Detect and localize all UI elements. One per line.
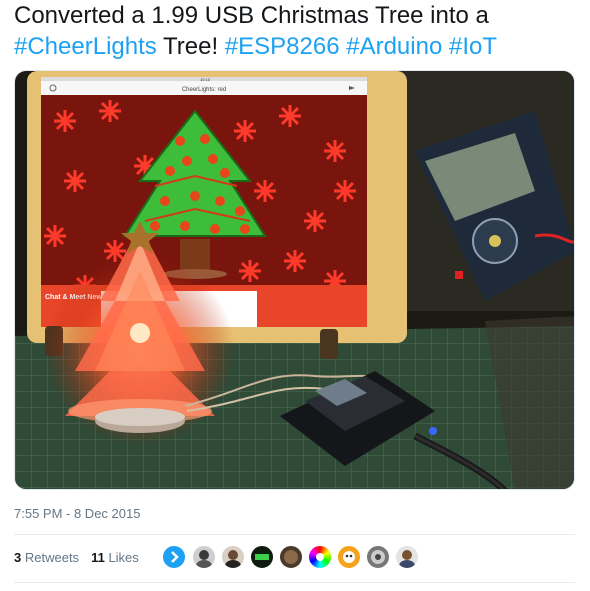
divider xyxy=(14,582,575,583)
avatar[interactable] xyxy=(279,545,303,569)
divider xyxy=(14,534,575,535)
tweet-photo[interactable]: 10:10 CheerLights: red xyxy=(14,70,575,490)
likes-link[interactable]: 11 Likes xyxy=(91,550,139,565)
tweet-text-part: Converted a 1.99 USB Christmas Tree into… xyxy=(14,2,489,29)
tweet-text: Converted a 1.99 USB Christmas Tree into… xyxy=(14,0,584,62)
avatar[interactable] xyxy=(162,545,186,569)
hashtag-esp8266-link[interactable]: #ESP8266 xyxy=(225,33,340,60)
hashtag-cheerlights-link[interactable]: #CheerLights xyxy=(14,33,157,60)
likes-label: Likes xyxy=(108,550,139,565)
avatar[interactable] xyxy=(308,545,332,569)
avatar[interactable] xyxy=(221,545,245,569)
retweets-link[interactable]: 3 Retweets xyxy=(14,550,79,565)
hashtag-arduino-link[interactable]: #Arduino xyxy=(346,33,442,60)
tweet-timestamp[interactable]: 7:55 PM - 8 Dec 2015 xyxy=(14,506,140,521)
avatar[interactable] xyxy=(395,545,419,569)
avatar[interactable] xyxy=(337,545,361,569)
engagement-stats: 3 Retweets 11 Likes xyxy=(14,550,139,565)
avatar[interactable] xyxy=(192,545,216,569)
tablet-header-title: CheerLights: red xyxy=(182,87,226,93)
tweet-text-part: Tree! xyxy=(156,33,225,60)
likes-count: 11 xyxy=(91,550,105,565)
avatar[interactable] xyxy=(250,545,274,569)
retweets-count: 3 xyxy=(14,550,22,565)
retweets-label: Retweets xyxy=(24,550,80,565)
hashtag-iot-link[interactable]: #IoT xyxy=(449,33,497,60)
photo-scene: 10:10 CheerLights: red xyxy=(15,71,574,489)
avatar[interactable] xyxy=(366,545,390,569)
